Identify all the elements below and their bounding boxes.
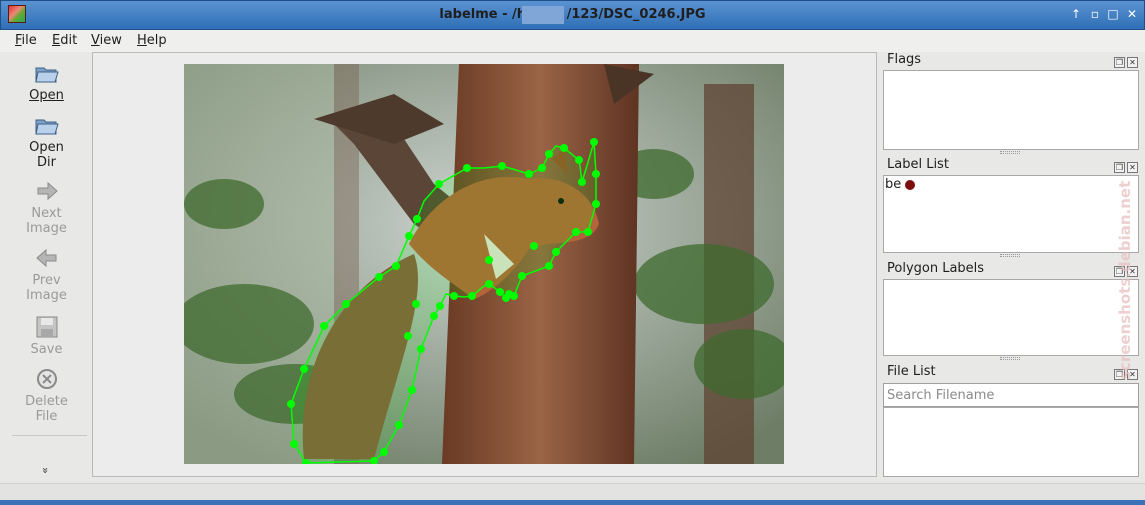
- label-list-item[interactable]: be: [885, 177, 901, 192]
- open-button[interactable]: Open: [3, 62, 90, 103]
- dock-splitter[interactable]: [1000, 254, 1020, 257]
- label-list[interactable]: [883, 175, 1139, 253]
- folder-open-icon: [34, 67, 59, 83]
- delete-circle-icon: [36, 369, 57, 389]
- menu-file[interactable]: File: [15, 32, 37, 50]
- label-color-swatch: [905, 180, 915, 190]
- menu-help[interactable]: Help: [137, 32, 167, 50]
- file-list-dock-title: File List ❐ ✕: [883, 363, 1140, 381]
- keep-above-button[interactable]: ↑: [1068, 6, 1084, 22]
- floppy-save-icon: [36, 316, 57, 338]
- polygon-labels-list[interactable]: [883, 279, 1139, 356]
- watermark-text: screenshots.debian.net: [1116, 180, 1134, 380]
- flags-title: Flags: [887, 52, 922, 67]
- save-button[interactable]: Save: [3, 316, 90, 357]
- file-list[interactable]: [883, 407, 1139, 477]
- toolbar-extension-button[interactable]: »: [39, 467, 52, 474]
- menu-edit[interactable]: Edit: [52, 32, 77, 50]
- arrow-right-icon: [37, 181, 58, 201]
- window-bottom-border: [0, 500, 1145, 505]
- close-window-button[interactable]: ✕: [1124, 6, 1140, 22]
- open-label: Open: [29, 88, 64, 103]
- toolbar-divider: [12, 435, 87, 436]
- polygon-labels-title: Polygon Labels: [887, 261, 985, 276]
- label-list-title: Label List: [887, 157, 949, 172]
- flags-dock-title: Flags ❐ ✕: [883, 51, 1140, 69]
- delete-file-label: Delete File: [25, 394, 68, 424]
- next-image-label: Next Image: [26, 206, 67, 236]
- open-dir-label: Open Dir: [29, 140, 64, 170]
- menu-bar: [0, 30, 1145, 52]
- search-filename-input[interactable]: [883, 383, 1139, 407]
- label-list-dock-title: Label List ❐ ✕: [883, 156, 1140, 174]
- redacted-username-block: [522, 6, 564, 24]
- squirrel-photo[interactable]: [184, 64, 784, 464]
- arrow-left-icon: [35, 248, 56, 268]
- delete-file-button[interactable]: Delete File: [3, 368, 90, 424]
- flags-list[interactable]: [883, 70, 1139, 150]
- folder-open-icon: [34, 119, 59, 135]
- file-list-title: File List: [887, 364, 936, 379]
- window-title: labelme - /home/ /123/DSC_0246.JPG: [439, 7, 706, 22]
- prev-image-label: Prev Image: [26, 273, 67, 303]
- dock-splitter[interactable]: [1000, 151, 1020, 154]
- squirrel-photo-drawing: [184, 64, 784, 464]
- maximize-button[interactable]: □: [1105, 6, 1121, 22]
- tools-toolbar: Open Open Dir Next Image Prev Image Save…: [3, 52, 90, 482]
- close-dock-icon[interactable]: ✕: [1127, 57, 1138, 68]
- polygon-labels-dock-title: Polygon Labels ❐ ✕: [883, 260, 1140, 278]
- open-dir-button[interactable]: Open Dir: [3, 114, 90, 170]
- minimize-button[interactable]: ▫: [1087, 6, 1103, 22]
- dock-splitter[interactable]: [1000, 357, 1020, 360]
- next-image-button[interactable]: Next Image: [3, 180, 90, 236]
- prev-image-button[interactable]: Prev Image: [3, 247, 90, 303]
- save-label: Save: [30, 342, 63, 357]
- menu-view[interactable]: View: [91, 32, 122, 50]
- float-dock-icon[interactable]: ❐: [1114, 57, 1125, 68]
